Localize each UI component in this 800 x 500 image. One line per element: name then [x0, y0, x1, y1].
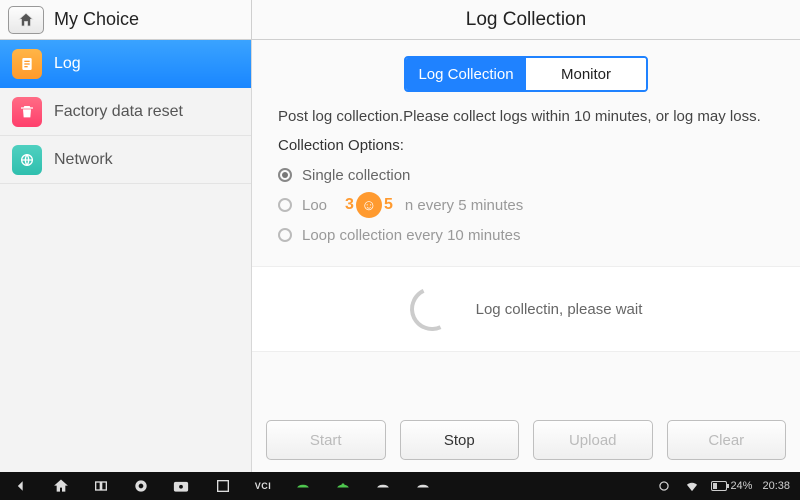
radio-icon — [278, 198, 292, 212]
status-card: Log collectin, please wait — [252, 266, 800, 352]
option-label: Loo — [302, 197, 327, 214]
main-panel: Log Collection Monitor Post log collecti… — [252, 40, 800, 472]
home-button[interactable] — [8, 6, 44, 34]
back-icon[interactable] — [12, 477, 30, 495]
sidebar: Log Factory data reset Network — [0, 40, 252, 472]
wifi-icon — [683, 477, 701, 495]
battery-indicator: 24% — [711, 480, 752, 492]
sidebar-item-network[interactable]: Network — [0, 136, 251, 184]
diag-icon-2[interactable] — [334, 477, 352, 495]
option-label: Single collection — [302, 167, 410, 184]
collection-options-title: Collection Options: — [252, 137, 800, 160]
vci-icon[interactable]: VCI — [254, 477, 272, 495]
status-text: Log collectin, please wait — [476, 301, 643, 318]
tab-monitor[interactable]: Monitor — [526, 58, 646, 90]
system-nav-bar: VCI 24% 20:38 — [0, 472, 800, 500]
trash-icon — [12, 97, 42, 127]
clock: 20:38 — [762, 480, 790, 492]
car-icon[interactable] — [374, 477, 392, 495]
browser-icon[interactable] — [132, 477, 150, 495]
service-icon[interactable] — [414, 477, 432, 495]
option-loop-10min[interactable]: Loop collection every 10 minutes — [278, 220, 774, 250]
tab-log-collection[interactable]: Log Collection — [406, 58, 526, 90]
collection-options: Single collection Loo 3 ☺ 5 n every 5 mi… — [252, 160, 800, 262]
upload-button[interactable]: Upload — [533, 420, 653, 460]
diag-icon-1[interactable] — [294, 477, 312, 495]
option-single-collection[interactable]: Single collection — [278, 160, 774, 190]
option-label-tail: n every 5 minutes — [405, 197, 523, 214]
sidebar-item-label: Network — [54, 151, 113, 169]
screenshot-icon[interactable] — [214, 477, 232, 495]
radio-icon — [278, 168, 292, 182]
sidebar-title: My Choice — [54, 9, 139, 30]
sidebar-item-label: Factory data reset — [54, 103, 183, 121]
action-bar: Start Stop Upload Clear — [252, 410, 800, 472]
sidebar-item-factory-reset[interactable]: Factory data reset — [0, 88, 251, 136]
recent-apps-icon[interactable] — [92, 477, 110, 495]
stop-button[interactable]: Stop — [400, 420, 520, 460]
title-bar: My Choice Log Collection — [0, 0, 800, 40]
orientation-lock-icon[interactable] — [655, 477, 673, 495]
page-title: Log Collection — [252, 0, 800, 39]
watermark-icon: 3 ☺ 5 — [343, 192, 395, 218]
option-loop-5min[interactable]: Loo 3 ☺ 5 n every 5 minutes — [278, 190, 774, 220]
home-icon — [17, 11, 35, 29]
description-text: Post log collection.Please collect logs … — [252, 102, 800, 137]
clear-button[interactable]: Clear — [667, 420, 787, 460]
option-label: Loop collection every 10 minutes — [302, 227, 520, 244]
sidebar-item-log[interactable]: Log — [0, 40, 251, 88]
segmented-control: Log Collection Monitor — [404, 56, 648, 92]
home-icon[interactable] — [52, 477, 70, 495]
camera-icon[interactable] — [172, 477, 190, 495]
globe-icon — [12, 145, 42, 175]
log-icon — [12, 49, 42, 79]
sidebar-item-label: Log — [54, 55, 81, 73]
radio-icon — [278, 228, 292, 242]
battery-percent: 24% — [730, 480, 752, 492]
start-button[interactable]: Start — [266, 420, 386, 460]
spinner-icon — [403, 281, 459, 337]
